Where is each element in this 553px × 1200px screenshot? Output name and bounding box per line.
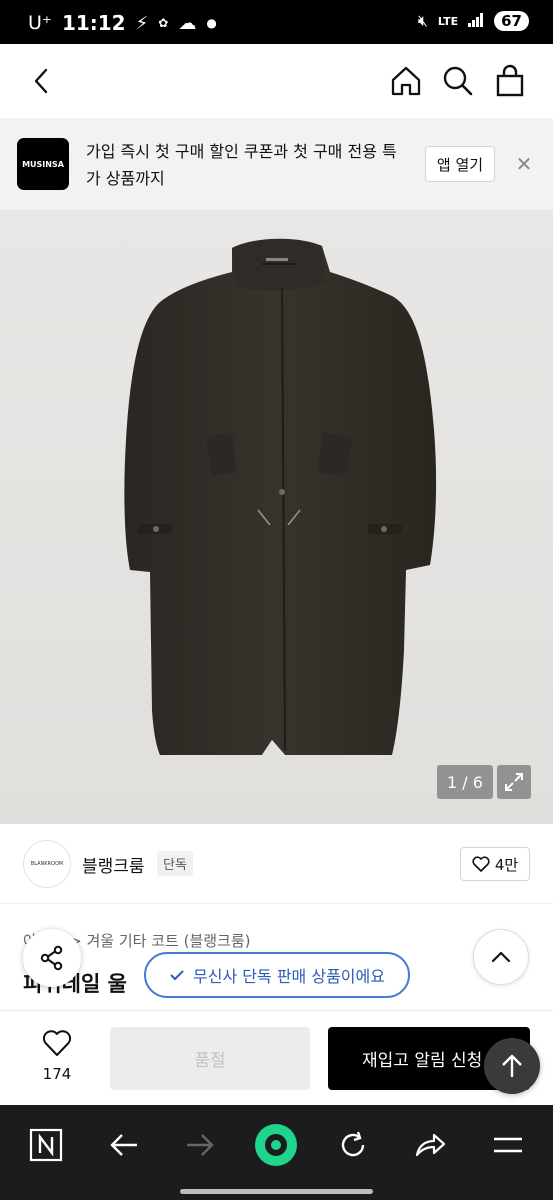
scroll-to-top-button[interactable]	[484, 1038, 540, 1094]
lte-icon: LTE	[437, 14, 459, 28]
purchase-action-bar: 174 품절 재입고 알림 신청	[0, 1010, 553, 1105]
naver-button[interactable]	[24, 1123, 68, 1167]
share-page-button[interactable]	[408, 1123, 452, 1167]
arrow-up-icon	[502, 1054, 522, 1077]
refresh-button[interactable]	[331, 1123, 375, 1167]
expand-image-button[interactable]	[497, 765, 531, 799]
musinsa-logo: MUSINSA	[17, 138, 69, 190]
battery-indicator: 67	[494, 11, 529, 31]
home-indicator	[180, 1189, 373, 1194]
arrow-right-icon	[187, 1134, 214, 1156]
brand-like-button[interactable]: 4만	[460, 847, 530, 881]
notification-icon: ✿	[158, 16, 169, 30]
dot-icon: ●	[206, 16, 217, 30]
heart-icon	[42, 1030, 72, 1056]
carrier-label: U⁺	[28, 12, 52, 34]
arrow-left-icon	[110, 1134, 137, 1156]
naver-n-icon	[29, 1128, 63, 1162]
image-counter: 1 / 6	[437, 765, 493, 799]
search-button[interactable]	[441, 64, 475, 98]
cart-button[interactable]	[493, 64, 527, 98]
expand-icon	[505, 773, 523, 791]
browser-back-button[interactable]	[102, 1123, 146, 1167]
share-icon	[40, 945, 63, 971]
browser-home-button[interactable]	[254, 1123, 298, 1167]
home-button[interactable]	[389, 64, 423, 98]
browser-toolbar	[0, 1105, 553, 1200]
exclusive-badge: 단독	[157, 851, 193, 876]
brand-name[interactable]: 블랭크룸	[82, 852, 145, 877]
menu-button[interactable]	[486, 1123, 530, 1167]
check-icon	[170, 970, 184, 981]
search-icon	[443, 66, 473, 96]
status-bar: U⁺ 11:12 ⚡ ✿ ☁ ● 🔇︎ LTE 67	[0, 0, 553, 44]
mute-icon: 🔇︎	[417, 11, 428, 30]
promo-message: 가입 즉시 첫 구매 할인 쿠폰과 첫 구매 전용 특가 상품까지	[86, 142, 397, 188]
app-header	[0, 44, 553, 118]
share-button[interactable]	[23, 929, 81, 987]
collapse-button[interactable]	[473, 929, 529, 985]
exclusive-notice-text: 무신사 단독 판매 상품이에요	[193, 967, 385, 986]
home-icon	[391, 66, 421, 96]
lightning-icon: ⚡	[135, 12, 149, 34]
exclusive-notice-pill: 무신사 단독 판매 상품이에요	[144, 952, 410, 998]
wishlist-count: 174	[42, 1065, 72, 1083]
brand-like-count: 4만	[494, 855, 519, 874]
clock: 11:12	[61, 11, 126, 35]
back-button[interactable]	[26, 64, 58, 98]
forward-share-icon	[415, 1133, 446, 1157]
coat-image	[0, 210, 553, 824]
chevron-left-icon	[34, 68, 48, 94]
green-dot-icon	[255, 1124, 297, 1166]
heart-icon	[472, 856, 490, 872]
cloud-icon: ☁	[178, 12, 197, 34]
refresh-icon	[341, 1131, 365, 1157]
signal-icon	[468, 12, 484, 31]
close-icon[interactable]: ✕	[512, 152, 536, 176]
shopping-bag-icon	[496, 64, 524, 97]
brand-row: BLANKROOM 블랭크룸 단독 4만	[0, 824, 553, 904]
soldout-button: 품절	[110, 1027, 310, 1090]
open-app-button[interactable]: 앱 열기	[425, 146, 495, 182]
brand-logo[interactable]: BLANKROOM	[23, 840, 71, 888]
app-install-banner: MUSINSA 가입 즉시 첫 구매 할인 쿠폰과 첫 구매 전용 특가 상품까…	[0, 118, 553, 210]
browser-forward-button	[178, 1123, 222, 1167]
chevron-up-icon	[491, 951, 511, 963]
product-image-carousel[interactable]: 1 / 6	[0, 210, 553, 824]
hamburger-icon	[494, 1137, 522, 1153]
wishlist-button[interactable]: 174	[30, 1029, 84, 1083]
